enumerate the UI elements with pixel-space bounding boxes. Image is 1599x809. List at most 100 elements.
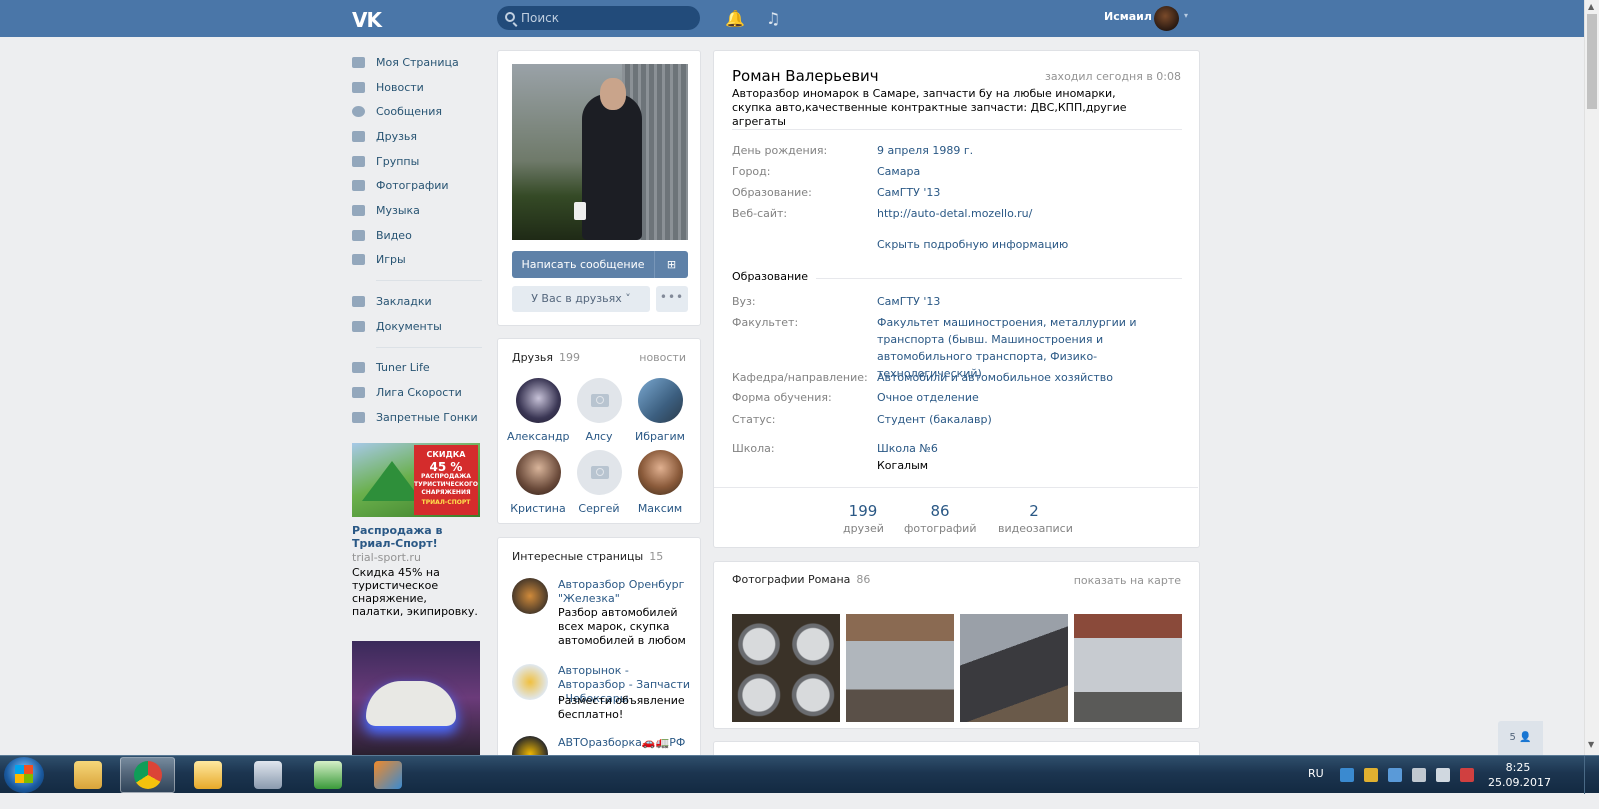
nav-label: Игры xyxy=(376,253,406,267)
info-label: Факультет: xyxy=(732,316,799,329)
top-bar: VK Поиск 🔔 ♫ Исмаил ▾ xyxy=(0,0,1584,37)
document-icon xyxy=(352,320,365,332)
tray-app-icon[interactable] xyxy=(1388,768,1402,782)
info-value[interactable]: http://auto-detal.mozello.ru/ xyxy=(877,205,1182,222)
online-friends-badge[interactable]: 5 👤 xyxy=(1498,721,1543,755)
page-title[interactable]: АВТОразборка🚗🚛РФ xyxy=(558,736,692,750)
volume-icon[interactable] xyxy=(1436,768,1450,782)
gift-icon[interactable]: ⊞ xyxy=(654,251,688,278)
ad-image-shoes[interactable] xyxy=(352,641,480,755)
nav-item-friends[interactable]: Друзья xyxy=(352,124,482,149)
taskbar-explorer[interactable] xyxy=(60,757,115,793)
taskbar-chrome[interactable] xyxy=(120,757,175,793)
photo-thumbnail-car-damaged[interactable] xyxy=(846,614,954,722)
scrollbar-thumb[interactable] xyxy=(1587,14,1597,109)
friends-header[interactable]: Друзья 199 xyxy=(512,351,580,364)
search-input[interactable]: Поиск xyxy=(497,6,700,30)
info-value[interactable]: Очное отделение xyxy=(877,389,1182,406)
interesting-page-item[interactable]: Авторазбор Оренбург "Железка" Разбор авт… xyxy=(512,578,692,648)
taskbar-calculator[interactable] xyxy=(240,757,295,793)
nav-item-app-speed-league[interactable]: Лига Скорости xyxy=(352,380,482,405)
friend-item[interactable]: Алсу xyxy=(568,378,630,443)
language-indicator[interactable]: RU xyxy=(1308,767,1324,780)
action-center-icon[interactable] xyxy=(1460,768,1474,782)
write-message-button[interactable]: Написать сообщение ⊞ xyxy=(512,251,688,278)
photo-thumbnail-car-side[interactable] xyxy=(1074,614,1182,722)
scroll-up-icon[interactable]: ▲ xyxy=(1588,2,1594,11)
nav-item-messages[interactable]: Сообщения xyxy=(352,99,482,124)
friend-item[interactable]: Сергей xyxy=(568,450,630,515)
profile-photo[interactable] xyxy=(512,64,688,240)
friend-item[interactable]: Александр xyxy=(507,378,570,443)
nav-item-app-forbidden-races[interactable]: Запретные Гонки xyxy=(352,405,482,430)
more-actions-button[interactable]: ••• xyxy=(656,286,688,312)
nav-label: Закладки xyxy=(376,295,432,309)
counter-videos[interactable]: 2 видеозаписи xyxy=(998,502,1073,535)
nav-item-my-page[interactable]: Моя Страница xyxy=(352,50,482,75)
info-value[interactable]: Самара xyxy=(877,163,1182,180)
nav-item-bookmarks[interactable]: Закладки xyxy=(352,289,482,314)
friend-item[interactable]: Ибрагим xyxy=(629,378,691,443)
remote-app-icon xyxy=(373,761,402,789)
counter-number: 2 xyxy=(1029,502,1039,520)
photos-title: Фотографии Романа xyxy=(732,573,851,586)
counter-photos[interactable]: 86 фотографий xyxy=(904,502,976,535)
last-seen: заходил сегодня в 0:08 xyxy=(1044,70,1181,83)
friends-news-link[interactable]: новости xyxy=(639,351,686,364)
info-value[interactable]: Автомобили и автомобильное хозяйство xyxy=(877,369,1182,386)
interesting-page-item[interactable]: Авторынок - Авторазбор - Запчасти - Чебо… xyxy=(512,664,692,724)
nav-item-games[interactable]: Игры xyxy=(352,248,482,273)
friend-status-button[interactable]: У Вас в друзьях ˅ xyxy=(512,286,650,312)
page-scrollbar[interactable]: ▲ ▼ xyxy=(1584,0,1599,760)
friend-item[interactable]: Кристина xyxy=(507,450,569,515)
ad-domain: trial-sport.ru xyxy=(352,551,421,564)
message-icon xyxy=(352,106,365,118)
nav-item-groups[interactable]: Группы xyxy=(352,149,482,174)
nav-item-video[interactable]: Видео xyxy=(352,223,482,248)
photos-header[interactable]: Фотографии Романа 86 xyxy=(732,573,870,586)
taskbar-remote-app[interactable] xyxy=(360,757,415,793)
nav-item-documents[interactable]: Документы xyxy=(352,314,482,339)
friend-avatar xyxy=(515,450,561,495)
counter-friends[interactable]: 199 друзей xyxy=(843,502,884,535)
network-icon[interactable] xyxy=(1412,768,1426,782)
user-avatar[interactable] xyxy=(1154,6,1179,31)
nav-item-news[interactable]: Новости xyxy=(352,75,482,100)
friend-item[interactable]: Максим xyxy=(629,450,691,515)
info-value[interactable]: Студент (бакалавр) xyxy=(877,411,1182,428)
counter-label: фотографий xyxy=(904,522,977,535)
info-value[interactable]: СамГТУ '13 xyxy=(877,184,1182,201)
photo-thumbnail-car-interior[interactable] xyxy=(960,614,1068,722)
system-clock[interactable]: 8:25 25.09.2017 xyxy=(1488,760,1551,790)
tray-app-icon[interactable] xyxy=(1340,768,1354,782)
hide-details-link[interactable]: Скрыть подробную информацию xyxy=(877,236,1182,253)
mail-icon xyxy=(193,761,222,789)
show-desktop-button[interactable] xyxy=(1584,756,1599,794)
scroll-down-icon[interactable]: ▼ xyxy=(1588,740,1594,749)
taskbar-mail[interactable] xyxy=(180,757,235,793)
start-button[interactable] xyxy=(4,757,44,793)
info-value[interactable]: СамГТУ '13 xyxy=(877,293,1182,310)
chart-app-icon xyxy=(313,761,342,789)
school-name[interactable]: Школа №6 xyxy=(877,440,1182,457)
nav-item-music[interactable]: Музыка xyxy=(352,198,482,223)
photo-thumbnail-wheels[interactable] xyxy=(732,614,840,722)
music-icon[interactable]: ♫ xyxy=(766,9,780,28)
nav-item-photos[interactable]: Фотографии xyxy=(352,173,482,198)
ad-title[interactable]: Распродажа в Триал-Спорт! xyxy=(352,524,480,550)
bell-icon[interactable]: 🔔 xyxy=(725,9,745,28)
chevron-down-icon[interactable]: ▾ xyxy=(1184,11,1188,20)
ad-image[interactable]: СКИДКА 45 % РАСПРОДАЖА ТУРИСТИЧЕСКОГО СН… xyxy=(352,443,480,517)
taskbar-chart-app[interactable] xyxy=(300,757,355,793)
interesting-header[interactable]: Интересные страницы 15 xyxy=(512,550,663,563)
badge-brand: ТРИАЛ-СПОРТ xyxy=(421,499,471,506)
info-label: Город: xyxy=(732,165,771,178)
vk-logo[interactable]: VK xyxy=(352,8,382,32)
search-placeholder: Поиск xyxy=(521,11,560,25)
show-on-map-link[interactable]: показать на карте xyxy=(1074,574,1181,587)
tray-app-icon[interactable] xyxy=(1364,768,1378,782)
page-title[interactable]: Авторазбор Оренбург "Железка" xyxy=(558,578,692,606)
info-value[interactable]: 9 апреля 1989 г. xyxy=(877,142,1182,159)
nav-item-app-tuner-life[interactable]: Tuner Life xyxy=(352,356,482,381)
user-name[interactable]: Исмаил xyxy=(1104,10,1152,23)
